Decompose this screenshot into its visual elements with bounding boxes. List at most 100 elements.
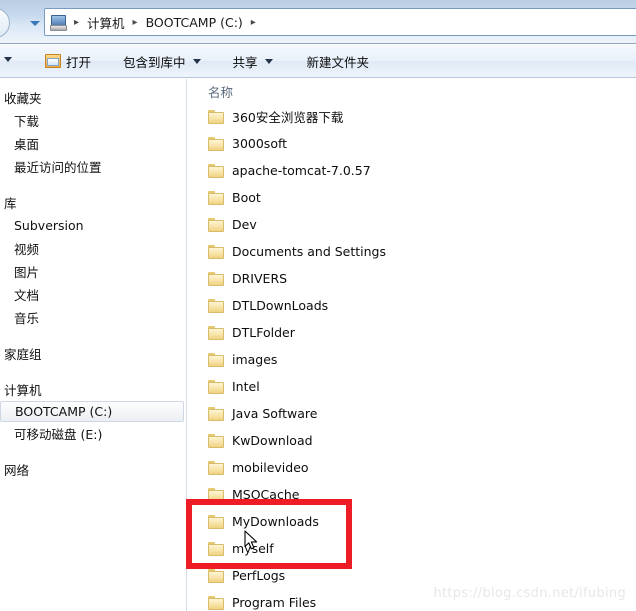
folder-icon: [208, 541, 225, 556]
folder-icon: [208, 163, 225, 178]
organize-menu-caret-icon[interactable]: [4, 57, 12, 62]
folder-icon: [208, 460, 225, 475]
file-name-label: Boot: [232, 190, 261, 205]
table-row[interactable]: DRIVERS: [188, 265, 636, 292]
new-folder-label: 新建文件夹: [306, 54, 370, 70]
watermark-text: https://blog.csdn.net/ifubing: [433, 586, 626, 601]
folder-icon: [208, 244, 225, 259]
folder-icon: [208, 325, 225, 340]
folder-icon: [208, 190, 225, 205]
address-bar[interactable]: ▸ 计算机 ▸ BOOTCAMP (C:) ▸: [44, 8, 636, 36]
file-name-label: MSOCache: [232, 487, 300, 502]
table-row[interactable]: DTLFolder: [188, 319, 636, 346]
table-row[interactable]: 360安全浏览器下载: [188, 103, 636, 130]
mouse-cursor: [244, 530, 260, 557]
back-button[interactable]: [0, 8, 10, 38]
file-name-label: MyDownloads: [232, 514, 319, 529]
explorer-toolbar: 打开 包含到库中 共享 新建文件夹: [0, 45, 636, 78]
sidebar-item-pictures[interactable]: 图片: [0, 260, 186, 283]
file-name-label: 3000soft: [232, 136, 288, 151]
file-name-label: Dev: [232, 217, 257, 232]
history-dropdown-button[interactable]: [28, 17, 42, 29]
table-row[interactable]: Documents and Settings: [188, 238, 636, 265]
new-folder-button[interactable]: 新建文件夹: [298, 49, 379, 73]
chevron-down-icon: [192, 58, 201, 64]
explorer-address-area: ▸ 计算机 ▸ BOOTCAMP (C:) ▸: [0, 0, 636, 44]
include-in-library-label: 包含到库中: [123, 54, 186, 70]
chevron-down-icon: [264, 58, 273, 64]
file-name-label: Java Software: [232, 406, 318, 421]
breadcrumb-computer[interactable]: 计算机: [84, 13, 128, 32]
table-row[interactable]: DTLDownLoads: [188, 292, 636, 319]
sidebar-item-bootcamp-c[interactable]: BOOTCAMP (C:): [0, 401, 184, 422]
table-row[interactable]: PerfLogs: [188, 562, 636, 589]
table-row[interactable]: Java Software: [188, 400, 636, 427]
table-row[interactable]: Boot: [188, 184, 636, 211]
table-row[interactable]: Dev: [188, 211, 636, 238]
folder-icon: [208, 298, 225, 313]
folder-icon: [208, 487, 225, 502]
file-name-label: Documents and Settings: [232, 244, 387, 259]
file-name-label: 360安全浏览器下载: [232, 110, 344, 125]
folder-icon: [208, 595, 225, 610]
sidebar-item-music[interactable]: 音乐: [0, 306, 186, 329]
folder-icon: [208, 217, 225, 232]
folder-icon: [208, 433, 225, 448]
open-button[interactable]: 打开: [36, 49, 100, 73]
file-name-label: KwDownload: [232, 433, 313, 448]
sidebar-item-videos[interactable]: 视频: [0, 237, 186, 260]
table-row[interactable]: 3000soft: [188, 130, 636, 157]
share-button[interactable]: 共享: [224, 49, 282, 73]
open-button-label: 打开: [66, 54, 92, 70]
sidebar-group-network[interactable]: 网络: [0, 458, 186, 481]
file-name-label: images: [232, 352, 278, 367]
sidebar-item-removable-disk-e[interactable]: 可移动磁盘 (E:): [0, 422, 186, 445]
file-name-label: DRIVERS: [232, 271, 288, 286]
table-row[interactable]: Intel: [188, 373, 636, 400]
folder-icon: [208, 406, 225, 421]
table-row[interactable]: MSOCache: [188, 481, 636, 508]
file-name-label: Program Files: [232, 595, 317, 610]
folder-icon: [208, 136, 225, 151]
sidebar-item-desktop[interactable]: 桌面: [0, 132, 186, 155]
file-name-label: DTLDownLoads: [232, 298, 329, 313]
folder-icon: [208, 352, 225, 367]
sidebar-group-computer[interactable]: 计算机: [0, 378, 186, 401]
sidebar-item-recent-places[interactable]: 最近访问的位置: [0, 155, 186, 178]
file-name-label: mobilevideo: [232, 460, 309, 475]
table-row[interactable]: KwDownload: [188, 427, 636, 454]
table-row[interactable]: apache-tomcat-7.0.57: [188, 157, 636, 184]
breadcrumb-separator-2[interactable]: ▸: [246, 17, 261, 28]
file-name-label: PerfLogs: [232, 568, 286, 583]
share-label: 共享: [232, 54, 258, 70]
sidebar-item-downloads[interactable]: 下载: [0, 109, 186, 132]
table-row[interactable]: mobilevideo: [188, 454, 636, 481]
folder-icon: [208, 568, 225, 583]
breadcrumb-bootcamp-c[interactable]: BOOTCAMP (C:): [143, 15, 246, 30]
file-name-label: Intel: [232, 379, 260, 394]
sidebar-group-favorites[interactable]: 收藏夹: [0, 86, 186, 109]
sidebar-group-homegroup[interactable]: 家庭组: [0, 342, 186, 365]
column-header-name[interactable]: 名称: [188, 79, 636, 103]
breadcrumb-separator-1[interactable]: ▸: [128, 17, 143, 28]
folder-icon: [208, 271, 225, 286]
breadcrumb-separator-0[interactable]: ▸: [69, 17, 84, 28]
folder-icon: [208, 514, 225, 529]
folder-icon: [208, 379, 225, 394]
file-name-label: apache-tomcat-7.0.57: [232, 163, 371, 178]
open-folder-icon: [45, 54, 61, 68]
sidebar-item-documents[interactable]: 文档: [0, 283, 186, 306]
include-in-library-button[interactable]: 包含到库中: [114, 49, 210, 73]
table-row[interactable]: images: [188, 346, 636, 373]
sidebar-item-subversion[interactable]: Subversion: [0, 214, 186, 237]
computer-icon: [49, 13, 67, 31]
navigation-pane[interactable]: 收藏夹 下载 桌面 最近访问的位置 库 Subversion 视频 图片 文档 …: [0, 79, 187, 611]
sidebar-group-libraries[interactable]: 库: [0, 191, 186, 214]
file-name-label: DTLFolder: [232, 325, 295, 340]
folder-icon: [208, 109, 225, 124]
chevron-down-icon: [30, 20, 40, 26]
